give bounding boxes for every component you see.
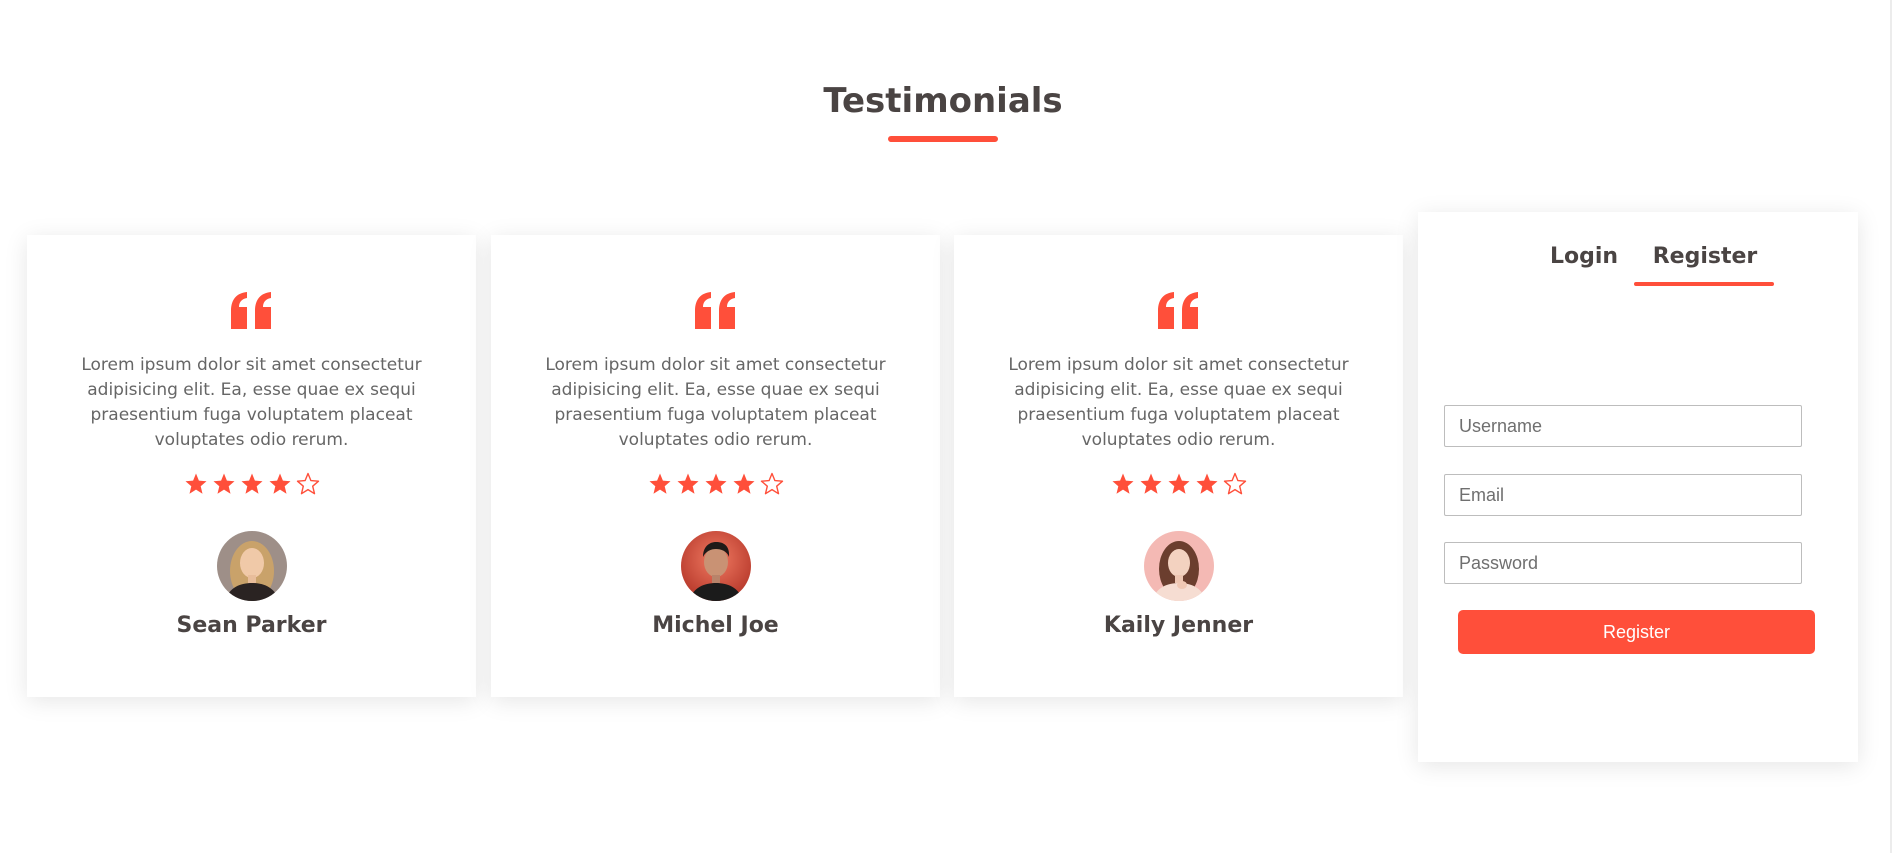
star-filled-icon — [1196, 473, 1217, 494]
quote-icon — [954, 291, 1403, 343]
star-outline-icon — [760, 472, 783, 495]
star-filled-icon — [677, 473, 698, 494]
active-tab-indicator — [1634, 282, 1774, 286]
password-field[interactable] — [1444, 542, 1802, 584]
email-field[interactable] — [1444, 474, 1802, 516]
star-outline-icon — [296, 472, 319, 495]
star-filled-icon — [269, 473, 290, 494]
star-filled-icon — [185, 473, 206, 494]
star-filled-icon — [213, 473, 234, 494]
testimonial-name: Michel Joe — [652, 613, 779, 638]
star-filled-icon — [1140, 473, 1161, 494]
testimonial-card: Lorem ipsum dolor sit amet consectetur a… — [27, 235, 476, 697]
star-filled-icon — [733, 473, 754, 494]
testimonial-text: Lorem ipsum dolor sit amet consectetur a… — [545, 355, 886, 450]
star-filled-icon — [649, 473, 670, 494]
testimonial-card: Lorem ipsum dolor sit amet consectetur a… — [954, 235, 1403, 697]
avatar — [1143, 531, 1214, 601]
star-filled-icon — [241, 473, 262, 494]
testimonial-text: Lorem ipsum dolor sit amet consectetur a… — [1008, 355, 1349, 450]
star-rating — [491, 472, 940, 496]
testimonial-name: Sean Parker — [176, 613, 327, 638]
avatar — [216, 531, 287, 601]
star-rating — [954, 472, 1403, 496]
star-filled-icon — [1168, 473, 1189, 494]
username-field[interactable] — [1444, 405, 1802, 447]
star-rating — [27, 472, 476, 496]
quote-icon — [27, 291, 476, 343]
avatar — [680, 531, 751, 601]
star-filled-icon — [705, 473, 726, 494]
tab-login[interactable]: Login — [1534, 242, 1634, 272]
star-outline-icon — [1223, 472, 1246, 495]
auth-panel: Login Register Register — [1418, 212, 1858, 762]
title-underline — [888, 136, 998, 142]
register-button[interactable]: Register — [1458, 610, 1815, 654]
testimonial-text: Lorem ipsum dolor sit amet consectetur a… — [81, 355, 422, 450]
testimonial-card: Lorem ipsum dolor sit amet consectetur a… — [491, 235, 940, 697]
star-filled-icon — [1112, 473, 1133, 494]
section-title: Testimonials — [823, 81, 1063, 121]
testimonial-name: Kaily Jenner — [1103, 613, 1254, 638]
quote-icon — [491, 291, 940, 343]
tab-register[interactable]: Register — [1634, 242, 1776, 272]
